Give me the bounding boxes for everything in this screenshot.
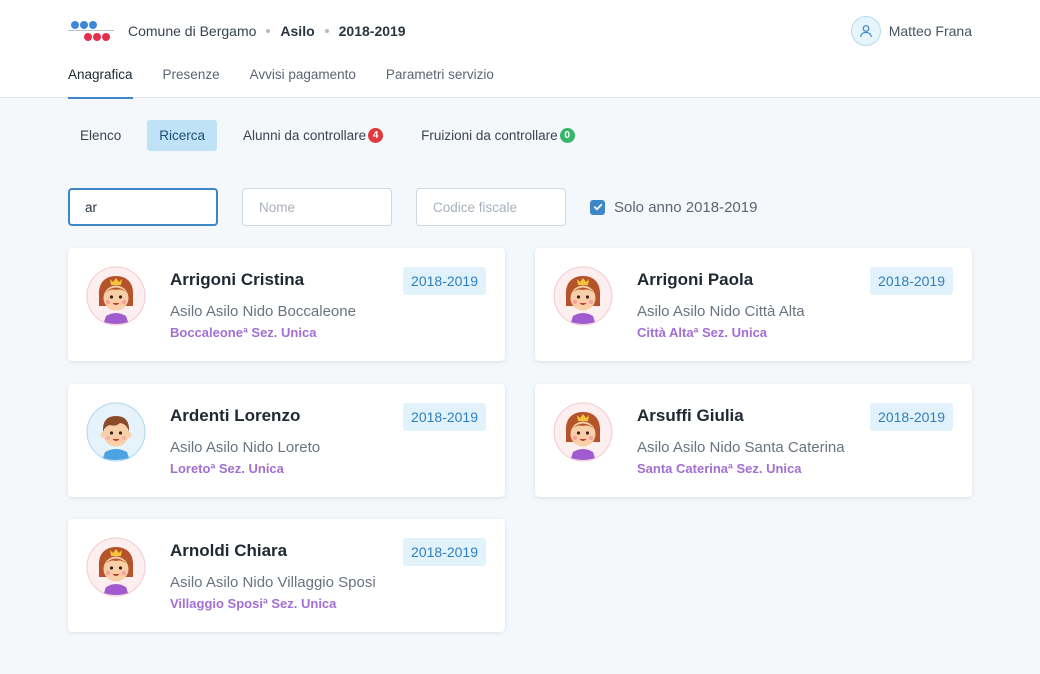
search-input[interactable]	[68, 188, 218, 226]
girl-avatar-icon	[86, 537, 146, 597]
subtab-label: Ricerca	[159, 128, 206, 143]
subtab-fruizioni-da-controllare[interactable]: Fruizioni da controllare 0	[409, 120, 587, 151]
subtab-alunni-da-controllare[interactable]: Alunni da controllare 4	[231, 120, 395, 151]
girl-avatar-icon	[86, 266, 146, 326]
student-section: Boccaleoneª Sez. Unica	[170, 325, 317, 340]
year-badge: 2018-2019	[403, 267, 486, 295]
student-card[interactable]: Arrigoni Cristina 2018-2019 Asilo Asilo Ni…	[68, 248, 505, 361]
student-name: Arnoldi Chiara	[170, 541, 288, 560]
solo-anno-checkbox[interactable]: Solo anno 2018-2019	[590, 199, 757, 216]
student-name: Arrigoni Paola	[637, 270, 754, 289]
breadcrumb-year[interactable]: 2018-2019	[339, 23, 406, 39]
codice-fiscale-input[interactable]	[416, 188, 566, 226]
student-section: Città Altaª Sez. Unica	[637, 325, 768, 340]
subtab-ricerca[interactable]: Ricerca	[147, 120, 218, 151]
student-name: Arsuffi Giulia	[637, 406, 744, 425]
year-badge: 2018-2019	[870, 403, 953, 431]
breadcrumb-municipality[interactable]: Comune di Bergamo	[128, 23, 256, 39]
checkbox-label: Solo anno 2018-2019	[614, 198, 758, 216]
student-school: Asilo Asilo Nido Città Alta	[637, 303, 805, 320]
student-card[interactable]: Arnoldi Chiara 2018-2019 Asilo Asilo Nido …	[68, 519, 505, 632]
year-badge: 2018-2019	[403, 403, 486, 431]
tab-avvisi-pagamento[interactable]: Avvisi pagamento	[250, 58, 356, 98]
subtab-label: Alunni da controllare	[243, 128, 367, 143]
subtab-label: Fruizioni da controllare	[421, 128, 558, 143]
tab-presenze[interactable]: Presenze	[163, 58, 220, 98]
student-section: Santa Caterinaª Sez. Unica	[637, 461, 802, 476]
main-tabs: Anagrafica Presenze Avvisi pagamento Par…	[68, 58, 524, 99]
student-school: Asilo Asilo Nido Boccaleone	[170, 303, 356, 320]
user-name[interactable]: Matteo Frana	[889, 23, 972, 39]
boy-avatar-icon	[86, 402, 146, 462]
sub-navigation: Elenco Ricerca Alunni da controllare 4 Fr…	[68, 120, 601, 151]
user-icon[interactable]	[850, 16, 881, 46]
student-section: Loretoª Sez. Unica	[170, 461, 284, 476]
student-card[interactable]: Arsuffi Giulia 2018-2019 Asilo Asilo Nido …	[535, 384, 972, 497]
subtab-elenco[interactable]: Elenco	[68, 120, 133, 151]
student-card[interactable]: Arrigoni Paola 2018-2019 Asilo Asilo Nido …	[535, 248, 972, 361]
filters: Solo anno 2018-2019	[68, 188, 757, 226]
year-badge: 2018-2019	[403, 538, 486, 566]
student-name: Ardenti Lorenzo	[170, 406, 301, 425]
topbar: Comune di Bergamo Asilo 2018-2019 Matteo…	[68, 16, 972, 46]
user-menu[interactable]: Matteo Frana	[850, 16, 972, 46]
count-badge-alunni: 4	[368, 128, 384, 143]
student-name: Arrigoni Cristina	[170, 270, 305, 289]
student-section: Villaggio Sposiª Sez. Unica	[170, 596, 337, 611]
student-school: Asilo Asilo Nido Loreto	[170, 439, 321, 456]
student-card[interactable]: Ardenti Lorenzo 2018-2019 Asilo Asilo Nido…	[68, 384, 505, 497]
student-school: Asilo Asilo Nido Santa Caterina	[637, 439, 845, 456]
header: Comune di Bergamo Asilo 2018-2019 Matteo…	[0, 0, 1040, 99]
breadcrumb-service[interactable]: Asilo	[280, 23, 314, 39]
count-badge-fruizioni: 0	[559, 128, 575, 143]
girl-avatar-icon	[553, 402, 613, 462]
logo	[68, 19, 114, 43]
subtab-label: Elenco	[80, 128, 122, 143]
year-badge: 2018-2019	[870, 267, 953, 295]
girl-avatar-icon	[553, 266, 613, 326]
nome-input[interactable]	[242, 188, 392, 226]
student-school: Asilo Asilo Nido Villaggio Sposi	[170, 574, 376, 591]
checkbox-checked-icon[interactable]	[590, 199, 605, 215]
tab-anagrafica[interactable]: Anagrafica	[68, 58, 133, 99]
tab-parametri-servizio[interactable]: Parametri servizio	[386, 58, 494, 98]
